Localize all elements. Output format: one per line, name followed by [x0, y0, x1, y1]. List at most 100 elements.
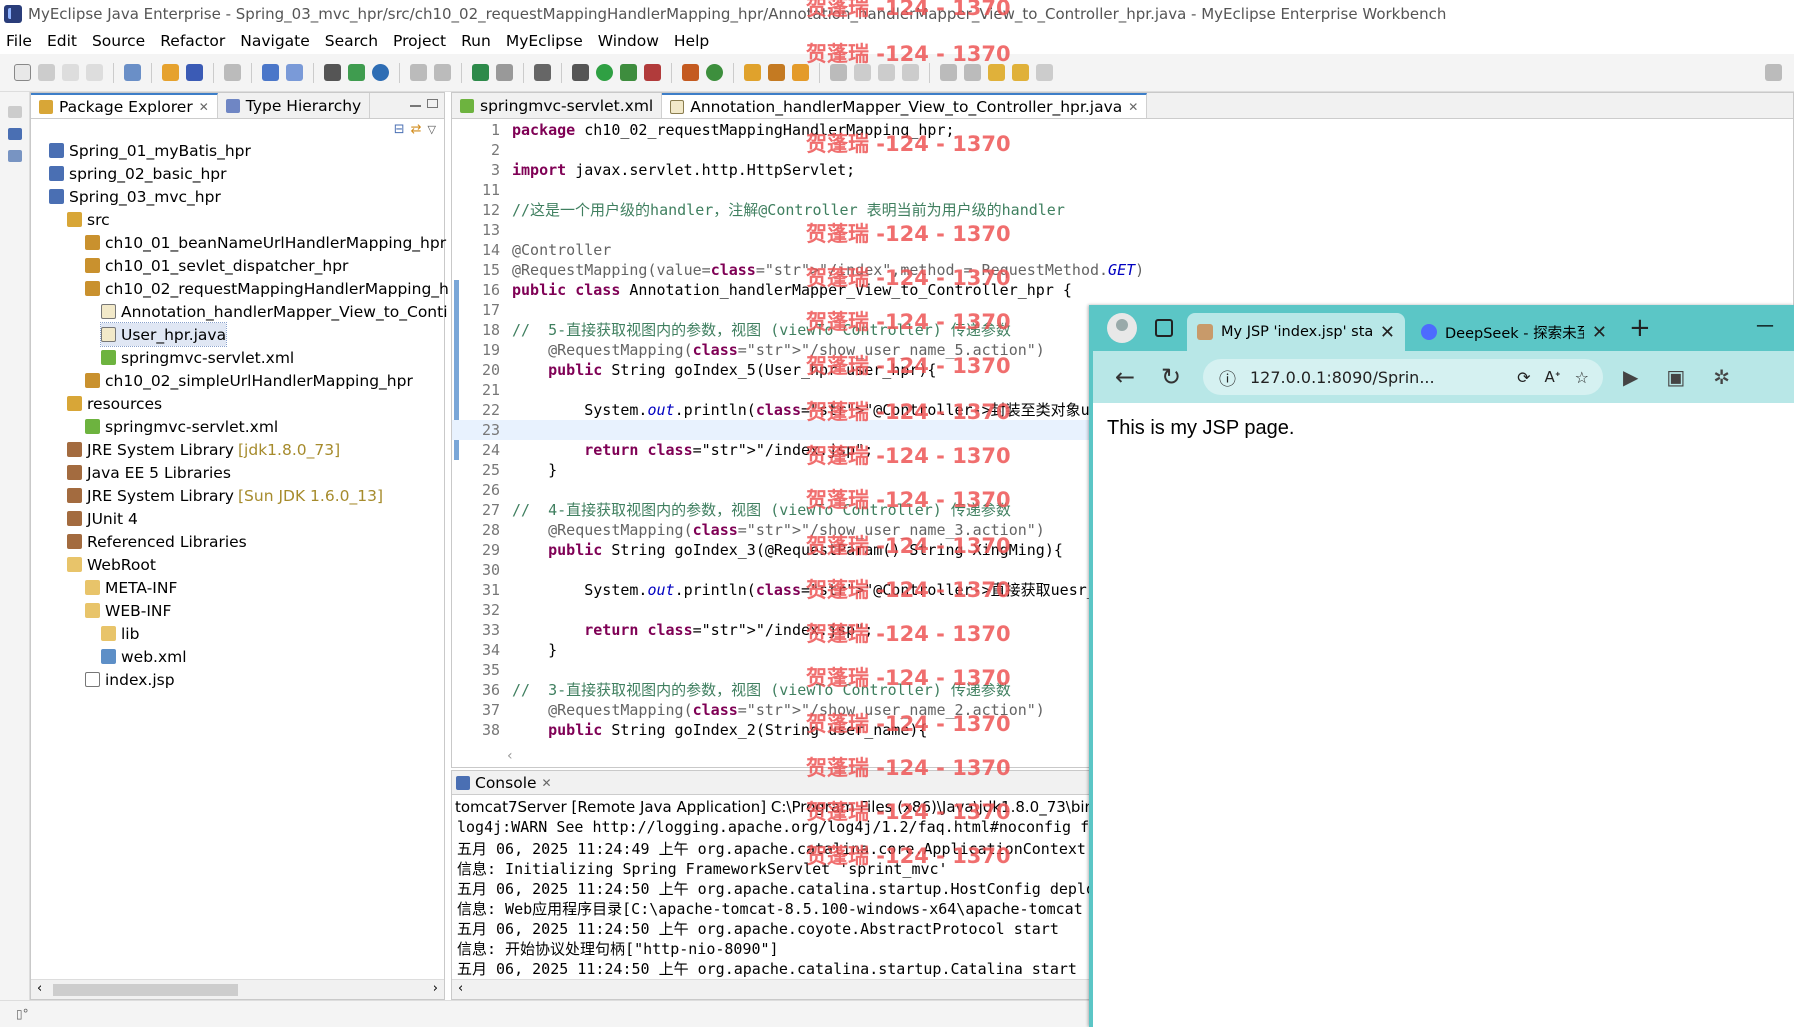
code-line[interactable]: @RequestMapping(class="str">"/show_user_… [512, 700, 1045, 720]
new-tab-icon[interactable]: + [1629, 313, 1651, 343]
url-field[interactable]: ⓘ 127.0.0.1:8090/Sprin... ⟳ Aᐩ ☆ [1203, 359, 1603, 395]
tree-item[interactable]: ch10_02_requestMappingHandlerMapping_h [85, 277, 449, 300]
menu-window[interactable]: Window [598, 32, 659, 50]
new-project-icon[interactable] [124, 64, 141, 81]
next-annotation-icon[interactable] [940, 64, 957, 81]
code-line[interactable]: //这是一个用户级的handler，注解@Controller 表明当前为用户级… [512, 200, 1065, 220]
collapse-all-icon[interactable]: ⊟ [394, 122, 405, 137]
code-line[interactable]: @RequestMapping(value=class="str">"/inde… [512, 260, 1144, 280]
tree-item[interactable]: lib [101, 622, 139, 645]
new-class-icon[interactable] [706, 64, 723, 81]
web-service-icon[interactable] [262, 64, 279, 81]
tree-item[interactable]: index.jsp [85, 668, 175, 691]
close-icon[interactable]: ✕ [1592, 322, 1607, 343]
view-menu-icon[interactable]: ▽ [428, 123, 436, 136]
open-perspective-icon[interactable] [1765, 64, 1782, 81]
profile-avatar-icon[interactable] [1107, 313, 1137, 343]
tree-item[interactable]: ch10_01_beanNameUrlHandlerMapping_hpr [85, 231, 446, 254]
minimize-icon[interactable]: — [1756, 315, 1774, 336]
menu-file[interactable]: File [6, 32, 32, 50]
maximize-icon[interactable] [427, 99, 438, 108]
minimize-icon[interactable] [410, 105, 421, 107]
tree-item[interactable]: ch10_02_simpleUrlHandlerMapping_hpr [85, 369, 413, 392]
menu-search[interactable]: Search [325, 32, 378, 50]
scroll-left-icon[interactable]: ‹ [458, 981, 463, 996]
tree-item[interactable]: Annotation_handlerMapper_View_to_Conti [101, 300, 448, 323]
open-resource-icon[interactable] [792, 64, 809, 81]
code-line[interactable]: public String goIndex_3(@RequestParam() … [512, 540, 1063, 560]
read-aloud-icon[interactable]: Aᐩ [1545, 368, 1561, 386]
tree-item[interactable]: WEB-INF [85, 599, 171, 622]
restore-icon[interactable] [8, 106, 22, 118]
tab-actions-icon[interactable] [1155, 319, 1173, 337]
tree-item[interactable]: WebRoot [67, 553, 156, 576]
tree-item[interactable]: Java EE 5 Libraries [67, 461, 231, 484]
scroll-left-icon[interactable]: ‹ [37, 981, 42, 996]
browser-tab-deepseek[interactable]: DeepSeek - 探索未至 ✕ [1411, 313, 1617, 351]
close-icon[interactable]: ✕ [1128, 100, 1138, 114]
coverage-icon[interactable] [620, 64, 637, 81]
tree-item[interactable]: META-INF [85, 576, 177, 599]
tree-item[interactable]: springmvc-servlet.xml [85, 415, 278, 438]
menu-edit[interactable]: Edit [47, 32, 77, 50]
tree-item[interactable]: User_hpr.java [99, 322, 228, 347]
tree-item[interactable]: JUnit 4 [67, 507, 138, 530]
tree-item[interactable]: spring_02_basic_hpr [49, 162, 227, 185]
tree-item[interactable]: JRE System Library [Sun JDK 1.6.0_13] [67, 484, 383, 507]
menu-project[interactable]: Project [393, 32, 446, 50]
print-icon[interactable] [86, 64, 103, 81]
tree-item[interactable]: Spring_03_mvc_hpr [49, 185, 221, 208]
open-folder-icon[interactable] [744, 64, 761, 81]
code-line[interactable]: import javax.servlet.http.HttpServlet; [512, 160, 855, 180]
block-selection-icon[interactable] [878, 64, 895, 81]
tree-item[interactable]: Spring_01_myBatis_hpr [49, 139, 251, 162]
back-arrow-icon[interactable]: ← [1111, 363, 1139, 391]
forward-icon[interactable] [1036, 64, 1053, 81]
favorite-star-icon[interactable]: ☆ [1575, 368, 1589, 387]
external-tools-icon[interactable] [644, 64, 661, 81]
link-editor-icon[interactable]: ⇄ [411, 122, 422, 137]
image-preview-icon[interactable] [8, 150, 22, 162]
tab-annotation-java[interactable]: Annotation_handlerMapper_View_to_Control… [662, 93, 1148, 118]
debug-config-icon[interactable] [472, 64, 489, 81]
monitor-icon[interactable] [534, 64, 551, 81]
tree-item[interactable]: JRE System Library [jdk1.8.0_73] [67, 438, 340, 461]
new-java-project-icon[interactable] [682, 64, 699, 81]
browser-tab-jsp[interactable]: My JSP 'index.jsp' sta ✕ [1187, 313, 1405, 351]
code-line[interactable]: public class Annotation_handlerMapper_Vi… [512, 280, 1072, 300]
menu-myeclipse[interactable]: MyEclipse [506, 32, 583, 50]
scroll-left-icon[interactable]: ‹ [507, 748, 513, 764]
build-icon[interactable] [324, 64, 341, 81]
browser-icon[interactable] [372, 64, 389, 81]
close-icon[interactable]: ✕ [1380, 322, 1395, 343]
save-icon[interactable] [38, 64, 55, 81]
code-line[interactable]: return class="str">"/index.jsp"; [512, 440, 873, 460]
tree-item[interactable]: src [67, 208, 110, 231]
profile-icon[interactable] [496, 64, 513, 81]
menu-help[interactable]: Help [674, 32, 709, 50]
extensions-icon[interactable]: ✲ [1713, 365, 1730, 389]
toggle-breadcrumb-icon[interactable] [830, 64, 847, 81]
refresh-icon[interactable]: ↻ [1157, 363, 1185, 391]
last-edit-icon[interactable] [988, 64, 1005, 81]
run-server-icon[interactable] [348, 64, 365, 81]
code-line[interactable]: @RequestMapping(class="str">"/show_user_… [512, 340, 1045, 360]
back-icon[interactable] [1012, 64, 1029, 81]
code-line[interactable]: } [512, 640, 557, 660]
new-icon[interactable] [14, 64, 31, 81]
debug-icon[interactable] [572, 64, 589, 81]
tab-package-explorer[interactable]: Package Explorer ✕ [31, 93, 218, 118]
code-line[interactable]: public String goIndex_5(User_hpr user_hp… [512, 360, 936, 380]
server-icon[interactable] [224, 64, 241, 81]
code-line[interactable]: // 4-直接获取视图内的参数，视图 (viewTo Controller) 传… [512, 500, 1011, 520]
mark-occurrences-icon[interactable] [854, 64, 871, 81]
show-whitespace-icon[interactable] [902, 64, 919, 81]
fast-view-icon[interactable]: ▯° [16, 1007, 29, 1021]
scrollbar-thumb[interactable] [53, 984, 238, 996]
code-line[interactable]: // 3-直接获取视图内的参数，视图 (viewTo Controller) 传… [512, 680, 1011, 700]
explorer-horizontal-scrollbar[interactable]: ‹ › [31, 979, 444, 999]
menu-source[interactable]: Source [92, 32, 145, 50]
code-line[interactable]: @Controller [512, 240, 611, 260]
code-line[interactable]: @RequestMapping(class="str">"/show_user_… [512, 520, 1045, 540]
menu-refactor[interactable]: Refactor [160, 32, 225, 50]
